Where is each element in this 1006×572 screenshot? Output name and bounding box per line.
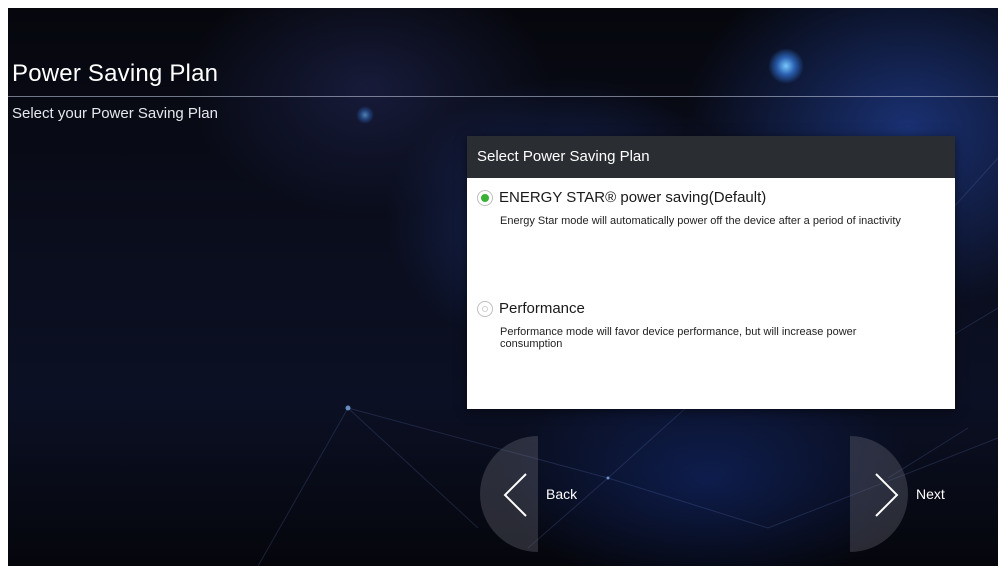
option-energy-star[interactable]: ENERGY STAR® power saving(Default) Energ…	[477, 189, 947, 227]
option-description: Performance mode will favor device perfo…	[500, 326, 857, 350]
option-label: Performance	[499, 300, 585, 317]
option-description: Energy Star mode will automatically powe…	[500, 215, 901, 227]
radio-selected-icon[interactable]	[477, 189, 493, 206]
next-label: Next	[916, 486, 945, 502]
back-label: Back	[546, 486, 578, 502]
dialog-title: Select Power Saving Plan	[467, 136, 955, 178]
chevron-left-icon	[503, 473, 527, 517]
power-plan-dialog: Select Power Saving Plan ENERGY STAR® po…	[467, 136, 955, 409]
option-label: ENERGY STAR® power saving(Default)	[499, 189, 767, 206]
power-saving-screen: Power Saving Plan Select your Power Savi…	[8, 8, 998, 566]
option-performance[interactable]: Performance Performance mode will favor …	[477, 300, 947, 350]
back-button[interactable]: Back	[480, 436, 590, 552]
title-divider	[8, 96, 998, 97]
next-button[interactable]: Next	[850, 436, 960, 552]
background-glow-dot	[356, 106, 374, 124]
page-subtitle: Select your Power Saving Plan	[12, 105, 218, 122]
radio-unselected-icon[interactable]	[477, 300, 493, 317]
chevron-right-icon	[875, 473, 899, 517]
background-glow-dot	[768, 48, 804, 84]
page-title: Power Saving Plan	[12, 60, 219, 87]
